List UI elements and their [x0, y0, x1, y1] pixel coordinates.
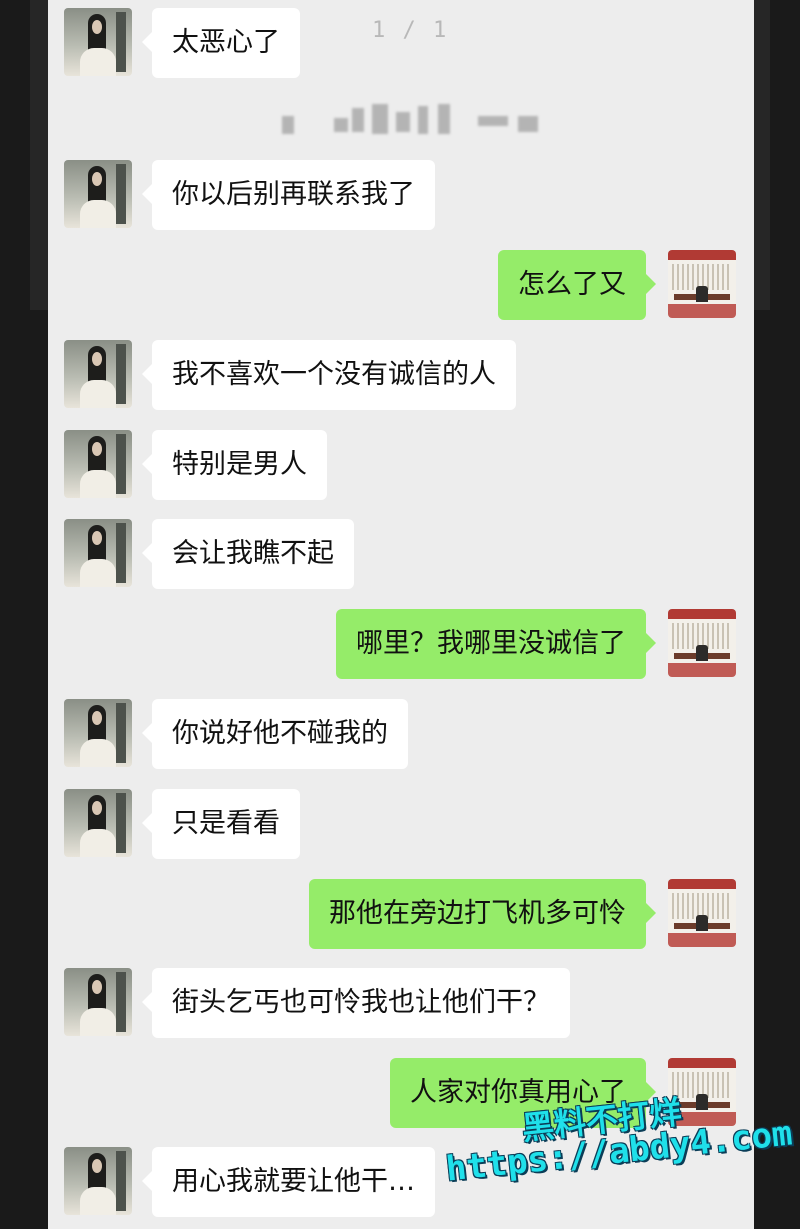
contact-avatar[interactable] [64, 8, 132, 76]
incoming-message-bubble[interactable]: 我不喜欢一个没有诚信的人 [142, 340, 516, 410]
incoming-message-bubble[interactable]: 你以后别再联系我了 [142, 160, 435, 230]
blurred-timestamp [282, 104, 552, 134]
outgoing-message-bubble[interactable]: 怎么了又 [498, 250, 656, 320]
page-indicator: 1 / 1 [372, 18, 449, 43]
incoming-message-bubble[interactable]: 你说好他不碰我的 [142, 699, 408, 769]
contact-avatar[interactable] [64, 430, 132, 498]
contact-avatar[interactable] [64, 160, 132, 228]
incoming-message-bubble[interactable]: 只是看看 [142, 789, 300, 859]
contact-avatar[interactable] [64, 519, 132, 587]
outgoing-message-bubble[interactable]: 那他在旁边打飞机多可怜 [309, 879, 656, 949]
contact-avatar[interactable] [64, 699, 132, 767]
contact-avatar[interactable] [64, 340, 132, 408]
contact-avatar[interactable] [64, 789, 132, 857]
incoming-message-bubble[interactable]: 太恶心了 [142, 8, 300, 78]
incoming-message-bubble[interactable]: 用心我就要让他干… [142, 1147, 435, 1217]
outgoing-message-bubble[interactable]: 哪里？我哪里没诚信了 [336, 609, 656, 679]
incoming-message-bubble[interactable]: 特别是男人 [142, 430, 327, 500]
user-avatar[interactable] [668, 879, 736, 947]
contact-avatar[interactable] [64, 1147, 132, 1215]
user-avatar[interactable] [668, 609, 736, 677]
incoming-message-bubble[interactable]: 街头乞丐也可怜我也让他们干？ [142, 968, 570, 1038]
incoming-message-bubble[interactable]: 会让我瞧不起 [142, 519, 354, 589]
contact-avatar[interactable] [64, 968, 132, 1036]
user-avatar[interactable] [668, 250, 736, 318]
